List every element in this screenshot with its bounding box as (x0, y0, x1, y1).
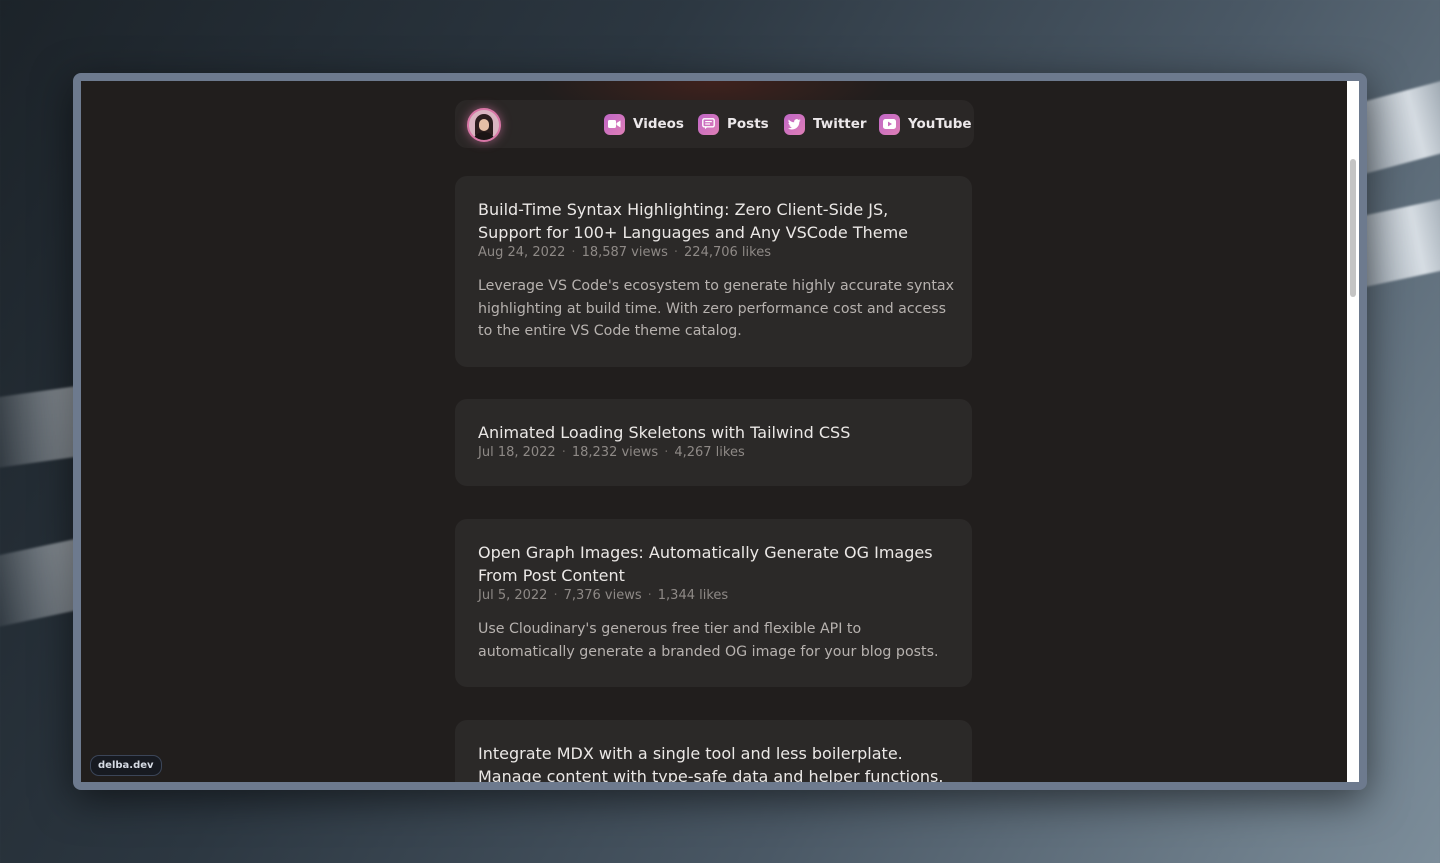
post-date: Jul 18, 2022 (478, 445, 556, 460)
scrollbar-thumb[interactable] (1350, 159, 1356, 297)
site-badge: delba.dev (90, 755, 162, 776)
post-title: Open Graph Images: Automatically Generat… (478, 543, 933, 585)
post-likes: 1,344 likes (657, 588, 729, 603)
post-card[interactable]: Animated Loading Skeletons with Tailwind… (455, 399, 972, 486)
nav-item-label: Twitter (813, 116, 867, 132)
post-date: Jul 5, 2022 (478, 588, 548, 603)
post-description: Use Cloudinary's generous free tier and … (478, 621, 939, 660)
post-meta: Jul 18, 2022 · 18,232 views · 4,267 likes (478, 445, 745, 460)
browser-window: Videos Posts Twitter YouTube Build-Time … (73, 73, 1367, 790)
post-likes: 4,267 likes (674, 445, 745, 460)
message-icon (698, 113, 719, 135)
post-card[interactable]: Integrate MDX with a single tool and les… (455, 720, 972, 782)
post-date: Aug 24, 2022 (478, 245, 566, 260)
post-meta: Aug 24, 2022 · 18,587 views · 224,706 likes (478, 245, 771, 260)
nav-item-youtube[interactable]: YouTube (879, 112, 972, 136)
nav-item-posts[interactable]: Posts (698, 112, 769, 136)
nav-item-label: Videos (633, 116, 684, 132)
post-description: Leverage VS Code's ecosystem to generate… (478, 278, 954, 340)
post-likes: 224,706 likes (684, 245, 771, 260)
scrollbar[interactable] (1347, 81, 1359, 782)
post-title: Build-Time Syntax Highlighting: Zero Cli… (478, 200, 908, 242)
post-card[interactable]: Build-Time Syntax Highlighting: Zero Cli… (455, 176, 972, 367)
post-views: 18,587 views (581, 245, 668, 260)
nav-item-label: Posts (727, 116, 769, 132)
post-views: 18,232 views (571, 445, 659, 460)
post-views: 7,376 views (563, 588, 642, 603)
video-icon (604, 113, 625, 135)
page-viewport: Videos Posts Twitter YouTube Build-Time … (81, 81, 1347, 782)
post-title: Animated Loading Skeletons with Tailwind… (478, 423, 851, 442)
twitter-icon (784, 113, 805, 135)
top-nav: Videos Posts Twitter YouTube (455, 100, 974, 148)
nav-item-label: YouTube (908, 116, 972, 132)
youtube-icon (879, 113, 900, 135)
post-meta: Jul 5, 2022 · 7,376 views · 1,344 likes (478, 588, 729, 603)
post-title: Integrate MDX with a single tool and les… (478, 744, 944, 782)
nav-item-videos[interactable]: Videos (604, 112, 684, 136)
avatar[interactable] (467, 108, 501, 142)
post-card[interactable]: Open Graph Images: Automatically Generat… (455, 519, 972, 687)
nav-item-twitter[interactable]: Twitter (784, 112, 867, 136)
